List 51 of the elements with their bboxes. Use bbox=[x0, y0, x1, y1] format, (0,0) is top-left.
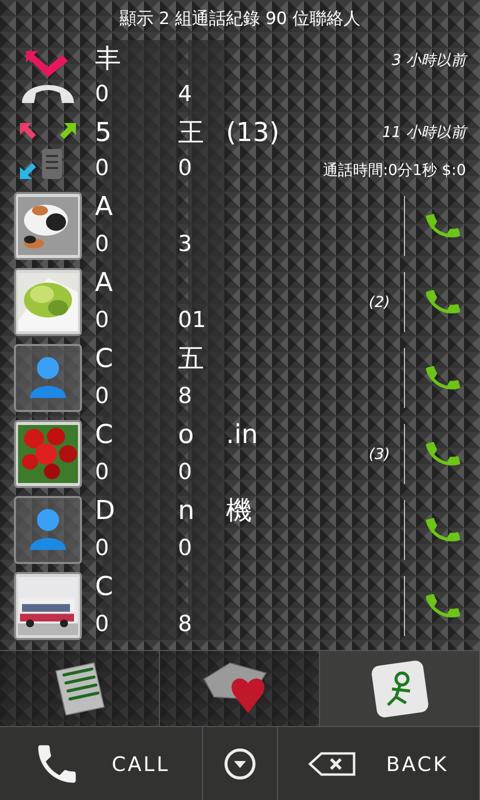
call-time: 11 小時以前 bbox=[382, 122, 466, 142]
phone-number: 4 bbox=[178, 82, 192, 107]
contact-name: A bbox=[95, 268, 113, 298]
backspace-icon bbox=[308, 750, 356, 776]
contact-row[interactable]: A 0 01 (2) bbox=[0, 264, 480, 340]
contact-name: (13) bbox=[226, 118, 280, 148]
tab[interactable] bbox=[0, 651, 160, 726]
phone-number: 0 bbox=[95, 82, 109, 107]
contact-row[interactable]: C o .in 0 0 (3) bbox=[0, 416, 480, 492]
call-time: 3 小時以前 bbox=[392, 50, 466, 71]
phone-number: 3 bbox=[178, 232, 192, 257]
contact-name: .in bbox=[226, 420, 258, 450]
call-count: (3) bbox=[368, 444, 390, 465]
contact-name: 機 bbox=[226, 496, 252, 526]
phone-number: 0 bbox=[95, 612, 109, 637]
phone-number: 0 bbox=[95, 232, 109, 257]
phone-number: 0 bbox=[178, 460, 192, 485]
tab[interactable] bbox=[160, 651, 320, 726]
contact-name: C bbox=[95, 420, 114, 450]
contact-name: n bbox=[178, 496, 194, 526]
dropdown-icon bbox=[224, 748, 256, 780]
phone-number: 0 bbox=[178, 536, 192, 561]
person-icon bbox=[28, 356, 68, 400]
phone-number: 8 bbox=[178, 384, 192, 409]
call-duration: 通話時間:0分1秒 $:0 bbox=[322, 160, 466, 181]
person-icon bbox=[28, 508, 68, 552]
contact-name: 王 bbox=[178, 118, 204, 148]
phone-number: 0 bbox=[95, 156, 109, 181]
contact-name: 5 bbox=[95, 118, 112, 148]
phone-number: 0 bbox=[95, 460, 109, 485]
contact-name: 丰 bbox=[95, 44, 121, 74]
call-types-icon bbox=[18, 121, 78, 181]
contact-row[interactable]: C 五 0 8 bbox=[0, 340, 480, 416]
contact-name: D bbox=[95, 496, 116, 526]
call-count: (2) bbox=[368, 292, 390, 313]
contact-row[interactable]: C 0 8 bbox=[0, 568, 480, 644]
contact-name: C bbox=[95, 344, 114, 374]
contact-name: A bbox=[95, 192, 113, 222]
phone-number: 0 bbox=[178, 156, 192, 181]
phone-number: 01 bbox=[178, 308, 206, 333]
tab[interactable] bbox=[320, 651, 480, 726]
phone-number: 0 bbox=[95, 384, 109, 409]
header-title: 顯示 2 組通話紀錄 90 位聯絡人 bbox=[119, 8, 361, 32]
contact-row[interactable]: D n 機 0 0 bbox=[0, 492, 480, 568]
contact-name: o bbox=[178, 420, 194, 450]
phone-number: 8 bbox=[178, 612, 192, 637]
phone-number: 0 bbox=[95, 308, 109, 333]
contact-row[interactable]: A 0 3 bbox=[0, 188, 480, 264]
contact-name: 五 bbox=[178, 344, 204, 374]
phone-number: 0 bbox=[95, 536, 109, 561]
contact-name: C bbox=[95, 572, 114, 602]
